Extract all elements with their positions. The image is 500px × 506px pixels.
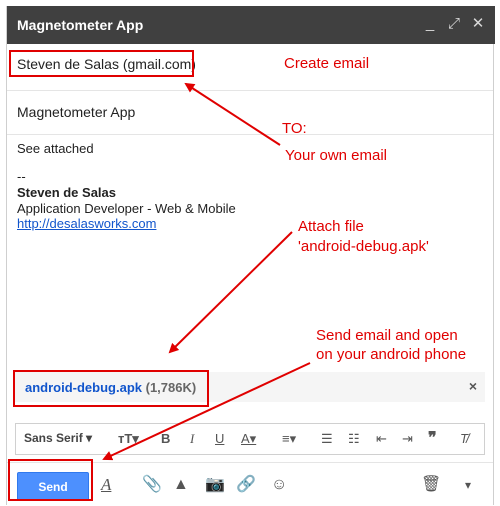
annotation-box-send — [8, 459, 93, 501]
signature-separator: -- — [17, 169, 26, 184]
annotation-box-attachment — [13, 370, 209, 407]
remove-attachment-icon[interactable]: × — [469, 378, 477, 394]
annotation-send-2: on your android phone — [316, 346, 467, 363]
font-select[interactable]: Sans Serif ▾ — [24, 431, 92, 445]
annotation-send-1: Send email and open — [316, 327, 458, 344]
bulleted-list-icon[interactable]: ☷ — [348, 431, 360, 447]
attach-icon[interactable]: 📎 — [142, 477, 162, 493]
numbered-list-icon[interactable]: ☰ — [321, 431, 333, 447]
close-icon[interactable]: ✕ — [469, 15, 487, 33]
annotation-attach-2: 'android-debug.apk' — [298, 238, 429, 255]
photo-icon[interactable]: 📷 — [205, 477, 225, 493]
compose-titlebar: Magnetometer App _ ⤢ ✕ — [7, 6, 495, 44]
quote-icon[interactable]: ❞ — [428, 428, 437, 448]
compose-window: Magnetometer App _ ⤢ ✕ Steven de Salas (… — [6, 6, 495, 506]
bold-icon[interactable]: B — [161, 431, 170, 446]
font-select-label: Sans Serif — [24, 431, 83, 445]
remove-formatting-icon[interactable]: T̸ — [460, 431, 468, 446]
subject-text[interactable]: Magnetometer App — [17, 104, 135, 120]
formatting-toolbar: Sans Serif ▾ тT▾ B I U A▾ ≡▾ ☰ ☷ ⇤ ⇥ ❞ T… — [15, 423, 485, 455]
annotation-to-label: TO: — [282, 120, 307, 137]
font-size-icon[interactable]: тT▾ — [118, 431, 139, 447]
italic-icon[interactable]: I — [190, 431, 194, 447]
annotation-box-recipient — [9, 50, 194, 77]
signature-name: Steven de Salas — [17, 185, 116, 200]
compose-title: Magnetometer App — [17, 17, 144, 33]
subject-field[interactable]: Magnetometer App — [7, 90, 493, 135]
minimize-icon[interactable]: _ — [421, 15, 439, 33]
annotation-attach-1: Attach file — [298, 218, 364, 235]
more-options-icon[interactable]: ▾ — [465, 477, 471, 493]
signature-title: Application Developer - Web & Mobile — [17, 201, 236, 216]
trash-icon[interactable]: 🗑 — [421, 477, 441, 493]
annotation-create-email: Create email — [284, 55, 370, 72]
annotation-to-desc: Your own email — [285, 147, 388, 164]
indent-more-icon[interactable]: ⇥ — [402, 431, 413, 447]
underline-icon[interactable]: U — [215, 431, 224, 446]
emoji-icon[interactable]: ☺ — [271, 477, 287, 493]
popout-icon[interactable]: ⤢ — [445, 15, 463, 33]
body-line: See attached — [17, 141, 94, 156]
align-icon[interactable]: ≡▾ — [282, 431, 296, 447]
formatting-options-icon[interactable]: A — [101, 476, 111, 493]
signature-link[interactable]: http://desalasworks.com — [17, 216, 156, 231]
drive-icon[interactable]: ▲ — [173, 477, 189, 493]
indent-less-icon[interactable]: ⇤ — [376, 431, 387, 447]
text-color-icon[interactable]: A▾ — [241, 431, 256, 447]
chevron-down-icon: ▾ — [86, 431, 93, 445]
link-icon[interactable]: 🔗 — [236, 477, 256, 493]
